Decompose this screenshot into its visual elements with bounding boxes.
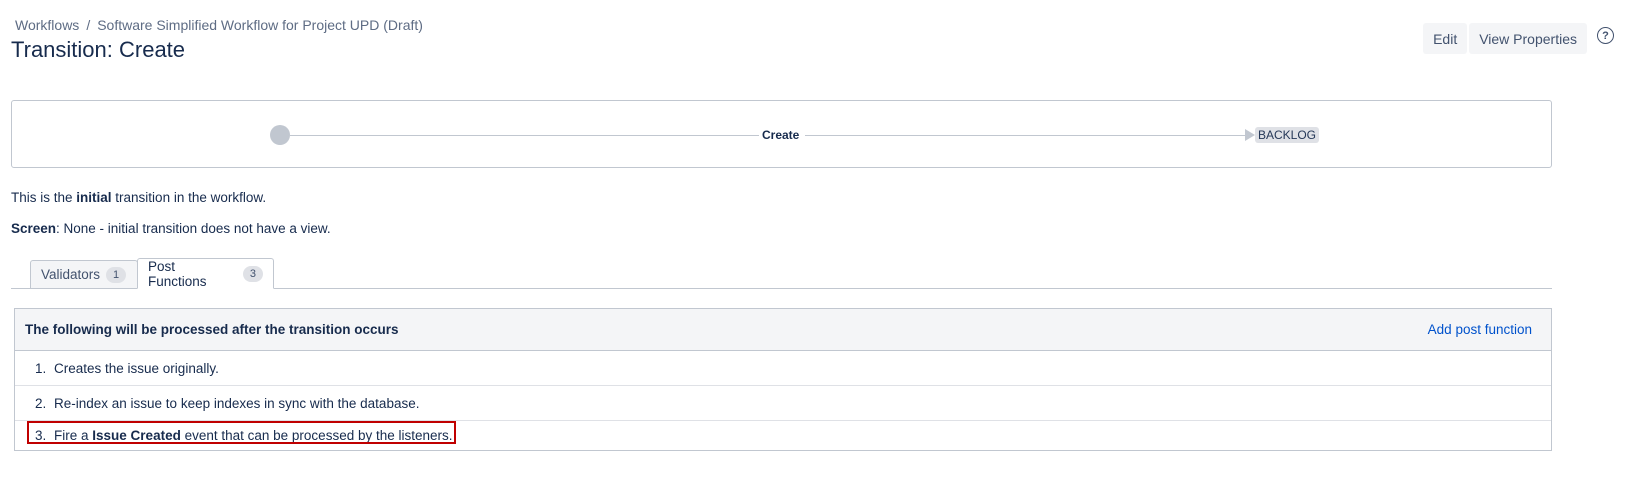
tab-post-functions-label: Post Functions [148,258,207,289]
edit-button[interactable]: Edit [1423,23,1468,54]
post-functions-table: The following will be processed after th… [14,308,1552,451]
tab-post-functions-count-badge: 3 [242,265,263,282]
transition-diagram: Create BACKLOG [11,100,1552,168]
breadcrumb: Workflows / Software Simplified Workflow f… [15,17,423,33]
diagram-connector-right [805,135,1245,136]
help-icon[interactable]: ? [1597,27,1614,44]
post-function-number: 3. [35,428,47,443]
page-title: Transition: Create [11,37,186,62]
post-functions-heading: The following will be processed after th… [25,322,399,337]
post-function-text-suffix: event that can be processed by the liste… [184,428,453,443]
tab-validators-count-badge: 1 [106,266,127,283]
post-function-row: 2. Re-index an issue to keep indexes in … [15,386,1551,421]
diagram-connector-left [290,135,759,136]
post-functions-header: The following will be processed after th… [15,309,1551,351]
tab-validators[interactable]: Validators 1 [30,260,138,289]
info-text-suffix: transition in the workflow. [111,190,267,205]
post-function-number: 2. [35,395,47,411]
post-function-text: Creates the issue originally. [54,360,219,376]
breadcrumb-separator: / [86,17,91,33]
start-node-icon [270,125,290,145]
info-text-bold: initial [76,190,112,205]
screen-value: : None - initial transition does not hav… [56,221,331,236]
diagram-transition-label: Create [762,128,800,142]
diagram-target-status: BACKLOG [1255,127,1320,143]
tab-validators-label: Validators [41,267,101,282]
breadcrumb-current-workflow-link[interactable]: Software Simplified Workflow for Project… [97,17,423,33]
add-post-function-link[interactable]: Add post function [1428,322,1532,337]
post-function-number: 1. [35,360,47,376]
post-function-row: 1. Creates the issue originally. [15,351,1551,386]
header-actions: Edit View Properties ? [1421,23,1614,54]
screen-label: Screen [11,221,57,236]
breadcrumb-workflows-link[interactable]: Workflows [15,17,79,33]
tab-post-functions[interactable]: Post Functions 3 [137,258,274,289]
post-function-event-name: Issue Created [92,428,181,443]
screen-info: Screen: None - initial transition does n… [11,221,331,236]
arrow-right-icon [1245,129,1255,141]
post-function-text-prefix: Fire a [54,428,89,443]
post-function-row: 3. Fire a Issue Created event that can b… [15,421,1551,450]
tab-bar: Validators 1 Post Functions 3 [11,258,1552,289]
view-properties-button[interactable]: View Properties [1469,23,1587,54]
initial-transition-info: This is the initial transition in the wo… [11,190,266,205]
post-function-text: Re-index an issue to keep indexes in syn… [54,395,420,411]
info-text-prefix: This is the [11,190,77,205]
